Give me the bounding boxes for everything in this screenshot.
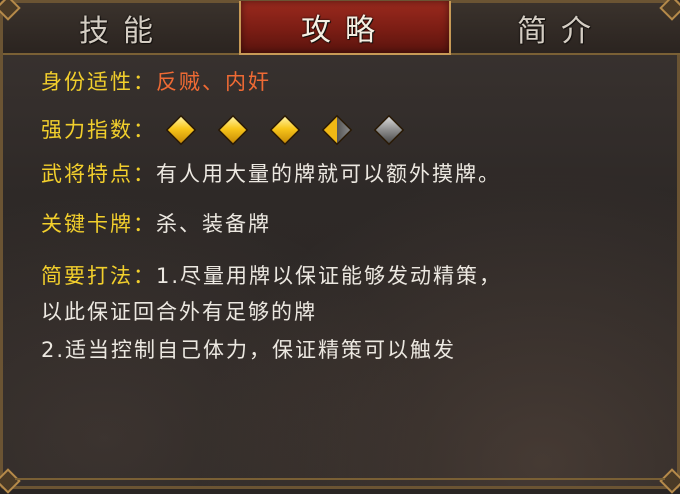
strength-label: 强力指数： bbox=[41, 118, 156, 142]
rating-gem bbox=[162, 111, 200, 149]
strategy-row: 简要打法：1.尽量用牌以保证能够发动精策， bbox=[41, 261, 502, 291]
strategy-panel: 技能 攻略 简介 身份适性：反贼、内奸 强力指数： 武将特点：有人用大量的牌就可… bbox=[0, 0, 680, 494]
strength-rating bbox=[162, 111, 408, 149]
identity-label: 身份适性： bbox=[41, 70, 156, 94]
key-cards-value: 杀、装备牌 bbox=[156, 212, 271, 236]
tab-bar: 技能 攻略 简介 bbox=[3, 1, 680, 55]
identity-row: 身份适性：反贼、内奸 bbox=[41, 67, 271, 97]
key-cards-row: 关键卡牌：杀、装备牌 bbox=[41, 209, 271, 239]
traits-row: 武将特点：有人用大量的牌就可以额外摸牌。 bbox=[41, 159, 501, 189]
tab-skills[interactable]: 技能 bbox=[23, 3, 223, 53]
gray-diamond-icon bbox=[373, 114, 405, 146]
bottom-divider bbox=[15, 478, 665, 480]
rating-gem bbox=[214, 111, 252, 149]
strategy-line-2-row: 以此保证回合外有足够的牌 bbox=[41, 297, 317, 327]
rating-gem bbox=[370, 111, 408, 149]
strategy-line-2: 以此保证回合外有足够的牌 bbox=[41, 300, 317, 324]
traits-label: 武将特点： bbox=[41, 162, 156, 186]
tab-intro[interactable]: 简介 bbox=[461, 3, 661, 53]
strength-row: 强力指数： bbox=[41, 111, 408, 149]
strategy-line-3: 2.适当控制自己体力，保证精策可以触发 bbox=[41, 338, 457, 362]
traits-value: 有人用大量的牌就可以额外摸牌。 bbox=[156, 162, 501, 186]
rating-gem bbox=[318, 111, 356, 149]
strategy-line-1: 1.尽量用牌以保证能够发动精策， bbox=[156, 264, 503, 288]
identity-value: 反贼、内奸 bbox=[156, 70, 271, 94]
tab-strategy[interactable]: 攻略 bbox=[239, 1, 451, 55]
rating-gem bbox=[266, 111, 304, 149]
strategy-line-3-row: 2.适当控制自己体力，保证精策可以触发 bbox=[41, 335, 456, 365]
gold-diamond-icon bbox=[165, 114, 197, 146]
corner-ornament-icon bbox=[0, 468, 21, 494]
strategy-label: 简要打法： bbox=[41, 264, 156, 288]
key-cards-label: 关键卡牌： bbox=[41, 212, 156, 236]
gold-diamond-icon bbox=[217, 114, 249, 146]
gold-diamond-icon bbox=[269, 114, 301, 146]
half-gold-diamond-icon bbox=[321, 114, 353, 146]
corner-ornament-icon bbox=[659, 468, 680, 494]
